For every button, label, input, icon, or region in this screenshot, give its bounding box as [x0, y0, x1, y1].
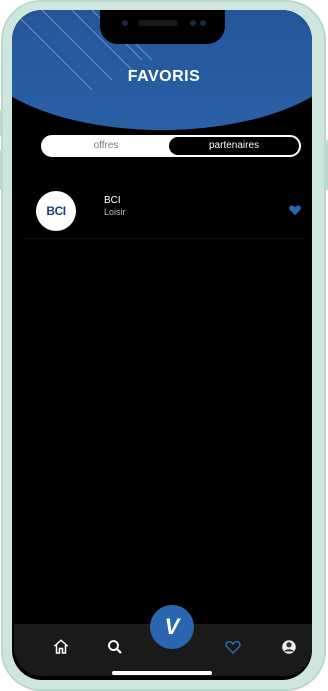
partner-category: Loisir: [104, 207, 126, 217]
list-item[interactable]: BCI BCI Loisir: [24, 183, 314, 238]
home-icon[interactable]: [52, 638, 70, 656]
tab-offres[interactable]: offres: [43, 137, 169, 155]
tab-partenaires[interactable]: partenaires: [169, 137, 299, 155]
phone-screen: [12, 10, 312, 680]
camera-icon: [190, 20, 196, 26]
app-logo-button[interactable]: V: [150, 605, 194, 649]
home-indicator: [112, 671, 212, 675]
app-logo-text: V: [164, 614, 180, 639]
phone-notch: [100, 10, 225, 44]
heart-icon[interactable]: [288, 203, 302, 217]
profile-icon[interactable]: [280, 638, 298, 656]
search-icon[interactable]: [106, 638, 124, 656]
page-title: FAVORIS: [127, 68, 201, 85]
segment-toggle: offres partenaires: [41, 135, 301, 157]
speaker-grille: [138, 20, 178, 26]
camera-icon: [122, 20, 128, 26]
partner-logo: BCI: [36, 191, 76, 231]
partner-logo-text: BCI: [46, 204, 66, 218]
partner-name: BCI: [104, 195, 121, 206]
camera-icon: [200, 20, 206, 26]
side-button: [0, 110, 3, 136]
side-button: [0, 150, 3, 190]
list-divider: [24, 238, 304, 239]
heart-icon[interactable]: [224, 638, 242, 656]
